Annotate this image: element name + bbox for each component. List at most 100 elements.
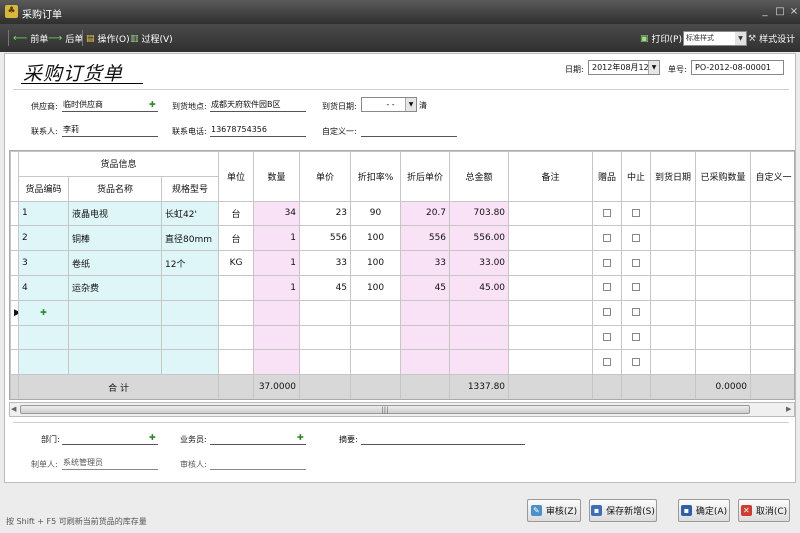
cell-price[interactable]: 556 [299, 225, 352, 252]
scroll-left-icon[interactable]: ◀ [11, 405, 19, 413]
cell-price[interactable]: 33 [299, 250, 352, 276]
scroll-thumb[interactable]: ||| [20, 405, 750, 414]
cell-unit[interactable] [218, 274, 255, 301]
cell-gift[interactable] [592, 349, 623, 376]
cell-spec[interactable]: 直径80mm [160, 225, 220, 252]
operate-menu[interactable]: ▤ 操作(O) [86, 32, 130, 46]
cell-code[interactable]: 1 [18, 200, 69, 227]
cell-remark[interactable] [508, 299, 594, 326]
cell-price[interactable] [299, 324, 352, 351]
cell-discount[interactable] [350, 324, 402, 351]
gift-checkbox[interactable] [603, 332, 612, 341]
cell-net-price[interactable]: 556 [400, 225, 451, 252]
cell-custom1[interactable] [750, 324, 794, 351]
cell-discount[interactable]: 100 [350, 225, 402, 252]
cell-name[interactable] [68, 324, 162, 351]
col-discount-header[interactable]: 折扣率% [350, 151, 402, 202]
col-name-header[interactable]: 货品名称 [68, 175, 162, 202]
cell-gift[interactable] [592, 299, 623, 326]
col-stop-header[interactable]: 中止 [621, 151, 652, 202]
close-button[interactable]: × [788, 6, 800, 18]
stop-checkbox[interactable] [632, 233, 641, 242]
cell-name[interactable]: 铜棒 [68, 225, 162, 252]
cell-price[interactable] [299, 349, 352, 376]
col-price-header[interactable]: 单价 [299, 151, 352, 202]
cell-name[interactable] [68, 299, 162, 326]
prev-button[interactable]: ⟵ 前单 [13, 32, 48, 45]
cell-price[interactable]: 45 [299, 274, 352, 301]
cell-spec[interactable]: 12个 [160, 250, 220, 276]
stop-checkbox[interactable] [632, 332, 641, 341]
cell-price[interactable] [299, 299, 352, 326]
cell-custom1[interactable] [750, 274, 794, 301]
cell-purchased[interactable] [695, 299, 752, 326]
cell-purchased[interactable] [695, 349, 752, 376]
cell-remark[interactable] [508, 349, 594, 376]
order-no-field[interactable]: PO-2012-08-00001 [691, 60, 784, 75]
stop-checkbox[interactable] [632, 258, 641, 267]
cell-arrival-date[interactable] [650, 274, 697, 301]
cell-unit[interactable] [218, 349, 255, 376]
cell-price[interactable]: 23 [299, 200, 352, 227]
cell-qty[interactable]: 34 [253, 200, 301, 227]
cell-amount[interactable] [449, 299, 510, 326]
cell-name[interactable]: 卷纸 [68, 250, 162, 276]
cell-qty[interactable] [253, 299, 301, 326]
table-row[interactable]: 2 铜棒 直径80mm 台 1 556 100 556 556.00 [10, 225, 794, 252]
cell-code[interactable] [18, 349, 69, 376]
minimize-button[interactable]: _ [759, 6, 771, 18]
table-row-new[interactable]: ▶ ✚ [10, 299, 794, 326]
gift-checkbox[interactable] [603, 233, 612, 242]
style-select[interactable]: 标准样式 ▼ [683, 31, 747, 46]
cell-spec[interactable]: 长虹42' [160, 200, 220, 227]
cell-gift[interactable] [592, 324, 623, 351]
gift-checkbox[interactable] [603, 208, 612, 217]
cell-name[interactable]: 运杂费 [68, 274, 162, 301]
cell-amount[interactable]: 33.00 [449, 250, 510, 276]
chevron-down-icon[interactable]: ▼ [648, 61, 659, 74]
cell-code[interactable]: 2 [18, 225, 69, 252]
cell-net-price[interactable]: 20.7 [400, 200, 451, 227]
stop-checkbox[interactable] [632, 357, 641, 366]
audit-button[interactable]: ✎ 审核(Z) [527, 499, 581, 522]
cell-arrival-date[interactable] [650, 349, 697, 376]
table-row[interactable]: 1 液晶电视 长虹42' 台 34 23 90 20.7 703.80 [10, 200, 794, 227]
cell-stop[interactable] [621, 274, 652, 301]
process-menu[interactable]: ▥ 过程(V) [130, 32, 173, 46]
clear-date-button[interactable]: 清 [419, 100, 427, 111]
stop-checkbox[interactable] [632, 283, 641, 292]
stop-checkbox[interactable] [632, 308, 641, 317]
cell-purchased[interactable] [695, 324, 752, 351]
cell-net-price[interactable] [400, 299, 451, 326]
cell-purchased[interactable] [695, 200, 752, 227]
cell-unit[interactable]: 台 [218, 200, 255, 227]
horizontal-scrollbar[interactable]: ◀ ||| ▶ [9, 402, 795, 417]
cell-purchased[interactable] [695, 225, 752, 252]
cell-unit[interactable]: KG [218, 250, 255, 276]
gift-checkbox[interactable] [603, 283, 612, 292]
cell-discount[interactable]: 90 [350, 200, 402, 227]
gift-checkbox[interactable] [603, 308, 612, 317]
date-picker[interactable]: 2012年08月12日 ▼ [588, 60, 660, 75]
cell-spec[interactable] [160, 274, 220, 301]
cell-custom1[interactable] [750, 250, 794, 276]
cell-amount[interactable]: 556.00 [449, 225, 510, 252]
cell-gift[interactable] [592, 250, 623, 276]
cell-custom1[interactable] [750, 299, 794, 326]
cell-net-price[interactable]: 45 [400, 274, 451, 301]
custom1-field[interactable] [361, 124, 457, 137]
cell-arrival-date[interactable] [650, 299, 697, 326]
delivery-date-picker[interactable]: - - ▼ [361, 97, 417, 112]
cell-qty[interactable]: 1 [253, 274, 301, 301]
cell-custom1[interactable] [750, 200, 794, 227]
col-unit-header[interactable]: 单位 [218, 151, 255, 202]
contact-field[interactable]: 李莉 [62, 124, 158, 137]
cell-arrival-date[interactable] [650, 200, 697, 227]
summary-field[interactable] [361, 432, 525, 445]
cell-code[interactable]: 3 [18, 250, 69, 276]
table-row[interactable]: 4 运杂费 1 45 100 45 45.00 [10, 274, 794, 301]
cell-gift[interactable] [592, 274, 623, 301]
pick-icon[interactable]: ✚ [149, 433, 156, 442]
pick-icon[interactable]: ✚ [149, 100, 156, 109]
dept-field[interactable] [62, 432, 158, 445]
